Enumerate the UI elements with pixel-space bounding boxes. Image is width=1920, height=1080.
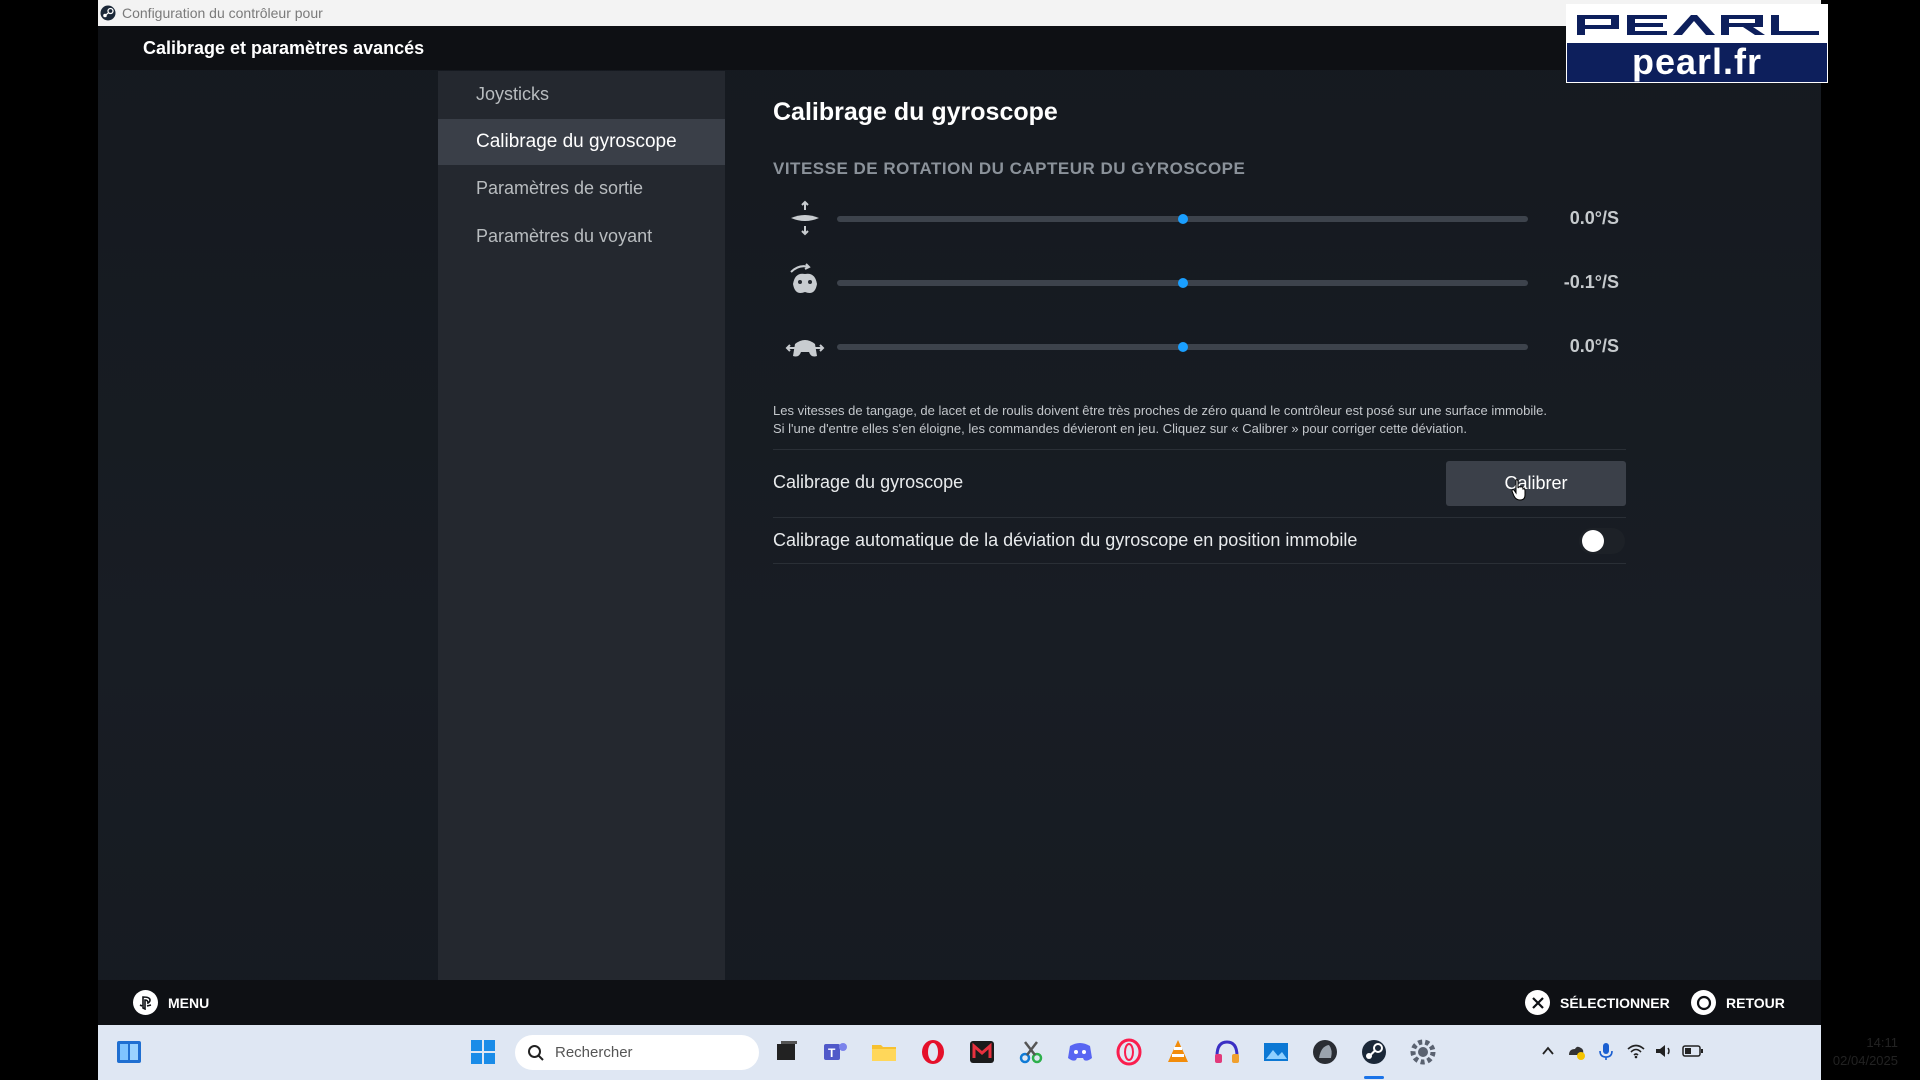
battery-icon[interactable] [1682, 1042, 1704, 1060]
gyro-yaw-icon [785, 340, 825, 357]
back-label: RETOUR [1726, 994, 1785, 1011]
vlc-icon[interactable] [1164, 1038, 1192, 1066]
sidebar-item-output-settings[interactable]: Paramètres de sortie [438, 165, 725, 211]
divider [773, 517, 1626, 518]
auto-calibration-toggle[interactable] [1579, 528, 1625, 554]
gyro-pitch-value: 0.0°/S [1569, 208, 1619, 228]
window-titlebar: Configuration du contrôleur pour [98, 0, 1821, 26]
snipping-tool-icon[interactable] [1017, 1038, 1045, 1066]
description-line: Les vitesses de tangage, de lacet et de … [773, 403, 1547, 418]
calibrate-button[interactable]: Calibrer [1446, 461, 1626, 506]
auto-calibration-label: Calibrage automatique de la déviation du… [773, 530, 1358, 550]
section-title: VITESSE DE ROTATION DU CAPTEUR DU GYROSC… [773, 159, 1246, 178]
gyro-yaw-track [837, 342, 1528, 352]
select-button[interactable]: SÉLECTIONNER [1525, 990, 1670, 1015]
cross-button-icon [1525, 990, 1550, 1015]
select-label: SÉLECTIONNER [1560, 994, 1670, 1011]
gyro-yaw-indicator [1177, 342, 1188, 352]
steam-window: Configuration du contrôleur pour Calibra… [98, 0, 1898, 1080]
gyro-row-pitch: 0.0°/S [785, 196, 1626, 240]
logo-domain: pearl.fr [1631, 41, 1763, 82]
page-title: Calibrage du gyroscope [773, 98, 1058, 126]
onedrive-warning-icon[interactable] [1566, 1041, 1586, 1061]
toggle-knob [1582, 530, 1604, 552]
search-placeholder: Rechercher [555, 1044, 633, 1061]
clock-time[interactable]: 14:11 [1808, 1035, 1898, 1050]
circle-button-icon [1691, 990, 1716, 1015]
widgets-icon[interactable] [115, 1038, 143, 1066]
mail-app-icon[interactable] [968, 1038, 996, 1066]
window-title: Configuration du contrôleur pour [122, 5, 323, 21]
gyro-row-roll: -0.1°/S [785, 260, 1626, 304]
file-explorer-icon[interactable] [870, 1038, 898, 1066]
pearl-logo: pearl.fr [1566, 4, 1828, 83]
opera-icon[interactable] [919, 1038, 947, 1066]
microphone-icon[interactable] [1597, 1041, 1615, 1061]
sidebar-item-label: Paramètres de sortie [476, 177, 644, 198]
mouse-cursor-icon [1511, 479, 1526, 501]
discord-icon[interactable] [1066, 1038, 1094, 1066]
svg-text:T: T [828, 1046, 836, 1060]
clock-date[interactable]: 02/04/2025 [1808, 1053, 1898, 1068]
ps-menu-icon [133, 990, 158, 1015]
windows-start-icon[interactable] [469, 1038, 497, 1066]
sidebar-item-label: Paramètres du voyant [476, 225, 653, 246]
steam-taskbar-icon[interactable] [1360, 1038, 1388, 1066]
controller-footer: MENU SÉLECTIONNER RETOUR [98, 980, 1821, 1025]
headphones-app-icon[interactable] [1213, 1038, 1241, 1066]
chevron-up-icon[interactable] [1540, 1043, 1556, 1059]
windows-taskbar: Rechercher T 14:11 02/04/2025 [98, 1025, 1898, 1080]
gyro-roll-icon [790, 263, 817, 293]
photos-app-icon[interactable] [1262, 1038, 1290, 1066]
gyro-pitch-indicator [1177, 214, 1188, 224]
page-header-title: Calibrage et paramètres avancés [143, 38, 425, 58]
volume-icon[interactable] [1654, 1041, 1674, 1061]
back-button[interactable]: RETOUR [1691, 990, 1785, 1015]
sidebar-item-label: Joysticks [476, 83, 550, 104]
header-bar: Calibrage et paramètres avancés [98, 26, 1821, 70]
steam-icon [100, 5, 116, 21]
settings-sidebar: Joysticks Calibrage du gyroscope Paramèt… [438, 71, 725, 980]
pearl-wordmark-logo [1577, 15, 1819, 35]
sidebar-item-label: Calibrage du gyroscope [476, 131, 677, 152]
divider [773, 449, 1626, 450]
sidebar-item-led-settings[interactable]: Paramètres du voyant [438, 213, 725, 259]
taskbar-search-input[interactable]: Rechercher [515, 1035, 759, 1070]
calibrate-label: Calibrage du gyroscope [773, 472, 964, 492]
description-line: Si l'une d'entre elles s'en éloigne, les… [773, 421, 1467, 436]
teams-icon[interactable]: T [821, 1038, 849, 1066]
gyro-pitch-icon [791, 200, 819, 236]
gyro-pitch-track [837, 214, 1528, 224]
settings-gear-icon[interactable] [1409, 1038, 1437, 1066]
active-app-indicator [1364, 1076, 1384, 1079]
wifi-icon[interactable] [1626, 1041, 1646, 1061]
menu-label: MENU [168, 994, 210, 1011]
task-view-icon[interactable] [772, 1038, 800, 1066]
gyro-description: Les vitesses de tangage, de lacet et de … [773, 402, 1626, 438]
menu-button[interactable]: MENU [133, 990, 209, 1015]
gyro-row-yaw: 0.0°/S [785, 324, 1626, 368]
game-app-icon[interactable] [1311, 1038, 1339, 1066]
gyro-roll-track [837, 278, 1528, 288]
gyro-roll-indicator [1177, 278, 1188, 288]
gyro-yaw-value: 0.0°/S [1569, 336, 1619, 356]
divider [773, 563, 1626, 564]
search-icon [528, 1044, 544, 1061]
opera-gx-icon[interactable] [1115, 1038, 1143, 1066]
sidebar-item-joysticks[interactable]: Joysticks [438, 71, 725, 117]
sidebar-item-gyro-calibration[interactable]: Calibrage du gyroscope [438, 119, 725, 165]
gyro-roll-value: -0.1°/S [1563, 272, 1619, 292]
